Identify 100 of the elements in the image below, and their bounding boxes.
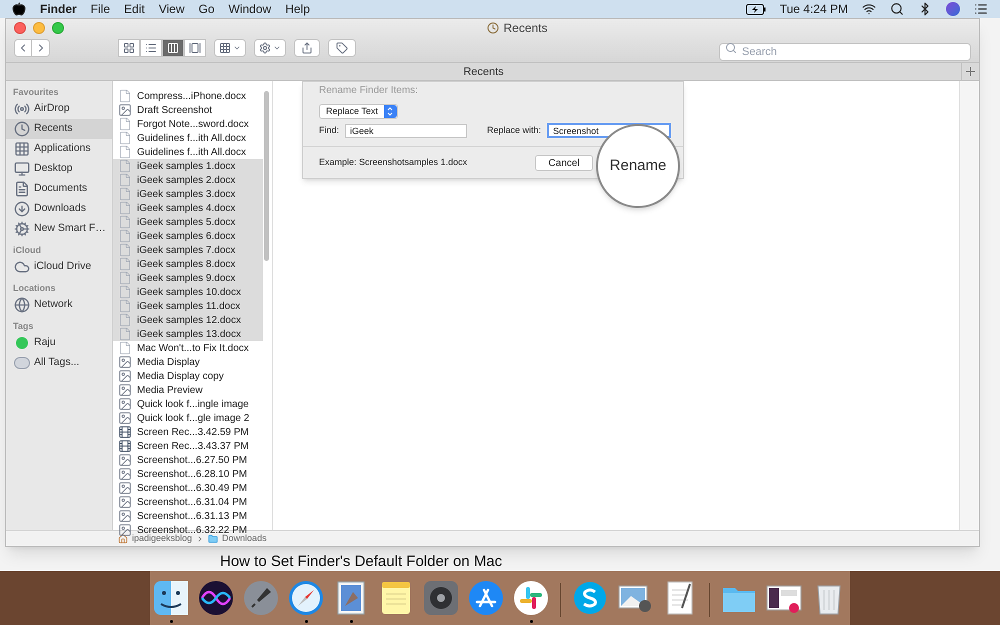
image-icon [118,495,132,509]
file-row[interactable]: iGeek samples 13.docx [113,327,263,341]
file-row[interactable]: iGeek samples 3.docx [113,187,263,201]
file-row[interactable]: Media Preview [113,383,263,397]
file-row[interactable]: iGeek samples 6.docx [113,229,263,243]
caret-icon [233,44,241,52]
sidebar-item[interactable]: Recents [6,119,112,139]
window-title: Recents [503,20,548,37]
view-mode-button[interactable] [118,39,140,57]
file-row[interactable]: iGeek samples 5.docx [113,215,263,229]
file-row[interactable]: iGeek samples 9.docx [113,271,263,285]
columns-icon [167,42,179,54]
file-row[interactable]: Screenshot...6.31.13 PM [113,509,263,523]
file-row[interactable]: Guidelines f...ith All.docx [113,145,263,159]
search-field[interactable]: Search [719,43,971,61]
menu-item[interactable]: Finder [40,0,77,18]
document-icon [118,89,132,103]
find-field[interactable]: iGeek [345,124,468,138]
image-icon [118,453,132,467]
file-row[interactable]: Screen Rec...3.43.37 PM [113,439,263,453]
close-button[interactable] [14,22,26,34]
sidebar-item[interactable]: AirDrop [6,99,112,119]
group-button[interactable] [214,39,246,57]
menu-item[interactable]: File [90,0,110,18]
back-button[interactable] [14,39,32,57]
file-row[interactable]: iGeek samples 1.docx [113,159,263,173]
file-row[interactable]: Draft Screenshot [113,103,263,117]
menu-item[interactable]: Help [285,0,310,18]
example-text: Example: Screenshotsamples 1.docx [319,156,468,169]
sidebar-item[interactable]: Raju [6,333,112,353]
sidebar-item[interactable]: Downloads [6,199,112,219]
siri-icon[interactable] [946,2,960,16]
sidebar-heading: Favourites [12,86,60,99]
file-row[interactable]: iGeek samples 12.docx [113,313,263,327]
view-mode-button[interactable] [184,39,206,57]
file-row[interactable]: Screenshot...6.31.04 PM [113,495,263,509]
mode-dropdown[interactable]: Replace Text [319,104,398,119]
dialog-title: Rename Finder Items: [318,84,419,98]
file-row[interactable]: Screenshot...6.28.10 PM [113,467,263,481]
gear-icon [259,42,271,54]
file-row[interactable]: iGeek samples 7.docx [113,243,263,257]
battery-icon[interactable] [746,4,766,14]
sidebar-item[interactable]: Network [6,295,112,315]
file-row[interactable]: Screen Rec...3.42.59 PM [113,425,263,439]
file-row[interactable]: Mac Won't...to Fix It.docx [113,341,263,355]
image-icon [118,411,132,425]
path-item[interactable]: Downloads [222,532,267,546]
file-row[interactable]: Screenshot...6.27.50 PM [113,453,263,467]
tag-button[interactable] [328,39,356,57]
sidebar-item[interactable]: Applications [6,139,112,159]
document-icon [118,159,132,173]
document-icon [118,299,132,313]
file-row[interactable]: Screenshot...6.30.49 PM [113,481,263,495]
scrollbar[interactable] [264,91,269,261]
apple-icon[interactable] [12,2,26,16]
file-row[interactable]: Media Display copy [113,369,263,383]
applications-icon [14,141,30,157]
document-icon [118,243,132,257]
stepper-icon [387,107,394,116]
file-row[interactable]: Quick look f...gle image 2 [113,411,263,425]
sidebar-item[interactable]: Documents [6,179,112,199]
menu-item[interactable]: Window [228,0,272,18]
sidebar-item[interactable]: Desktop [6,159,112,179]
file-row[interactable]: Quick look f...ingle image [113,397,263,411]
image-icon [118,383,132,397]
file-row[interactable]: Media Display [113,355,263,369]
share-button[interactable] [294,39,320,57]
document-icon [118,145,132,159]
file-row[interactable]: Forgot Note...sword.docx [113,117,263,131]
menu-item[interactable]: View [158,0,184,18]
sidebar-item[interactable]: All Tags... [6,353,112,373]
document-icon [118,215,132,229]
menu-item[interactable]: Go [198,0,215,18]
page-heading: How to Set Finder's Default Folder on Mac [220,553,502,571]
file-row[interactable]: iGeek samples 2.docx [113,173,263,187]
menu-clock[interactable]: Tue 4:24 PM [780,0,848,18]
zoom-button[interactable] [52,22,64,34]
file-row[interactable]: iGeek samples 11.docx [113,299,263,313]
forward-button[interactable] [32,39,50,57]
cancel-button[interactable]: Cancel [535,154,593,170]
tags-icon [14,357,30,369]
gear-icon [14,221,30,237]
file-row[interactable]: Guidelines f...ith All.docx [113,131,263,145]
sidebar-item[interactable]: New Smart F… [6,219,112,239]
file-row[interactable]: iGeek samples 10.docx [113,285,263,299]
view-mode-button[interactable] [162,39,184,57]
search-icon[interactable] [890,2,904,16]
action-button[interactable] [254,39,286,57]
sidebar-item[interactable]: iCloud Drive [6,257,112,277]
document-icon [118,187,132,201]
path-item[interactable]: ipadigeeksblog [132,532,192,546]
wifi-icon[interactable] [862,2,876,16]
menu-list-icon[interactable] [974,2,988,16]
menu-item[interactable]: Edit [124,0,145,18]
view-mode-button[interactable] [140,39,162,57]
document-icon [118,327,132,341]
file-row[interactable]: iGeek samples 4.docx [113,201,263,215]
file-row[interactable]: iGeek samples 8.docx [113,257,263,271]
document-icon [118,131,132,145]
file-row[interactable]: Compress...iPhone.docx [113,89,263,103]
